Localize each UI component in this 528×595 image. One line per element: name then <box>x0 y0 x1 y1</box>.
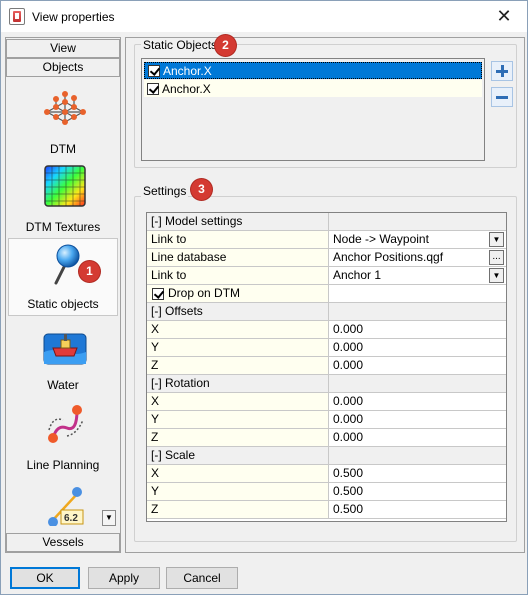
item-checkbox[interactable] <box>147 82 159 95</box>
static-objects-list[interactable]: Anchor.X Anchor.X <box>141 58 485 161</box>
link-to-value: Node -> Waypoint <box>333 232 429 246</box>
category-panel: View Objects DTM DTM Textures Static obj… <box>5 37 121 553</box>
callout-badge-3: 3 <box>191 179 212 200</box>
item-checkbox[interactable] <box>148 64 160 77</box>
property-value[interactable]: 0.000 <box>329 321 506 338</box>
measure-value-badge: 6.2 <box>64 513 78 524</box>
remove-object-button[interactable] <box>491 87 513 107</box>
dropdown-arrow-icon[interactable]: ▼ <box>489 268 504 283</box>
table-row[interactable]: Y 0.500 <box>147 483 506 501</box>
table-row[interactable]: X 0.000 <box>147 321 506 339</box>
title-bar: View properties ✕ <box>1 1 527 32</box>
property-value[interactable]: 0.000 <box>329 393 506 410</box>
app-icon <box>9 8 25 25</box>
table-row[interactable]: Link to Node -> Waypoint ▼ <box>147 231 506 249</box>
category-item-dtm[interactable]: DTM <box>8 82 118 160</box>
category-item-water[interactable]: Water <box>8 318 118 396</box>
settings-grid: [-] Model settings Link to Node -> Waypo… <box>146 212 507 522</box>
link-to-anchor-value: Anchor 1 <box>333 268 382 282</box>
property-label: Z <box>147 429 329 446</box>
section-header[interactable]: [-] Model settings <box>147 213 329 230</box>
property-value[interactable]: Anchor 1 ▼ <box>329 267 506 284</box>
minus-icon <box>496 95 508 99</box>
list-item-label: Anchor.X <box>162 81 211 96</box>
property-label: Link to <box>147 267 329 284</box>
table-row[interactable]: Link to Anchor 1 ▼ <box>147 267 506 285</box>
category-item-dtm-textures[interactable]: DTM Textures <box>8 160 118 238</box>
add-object-button[interactable] <box>491 61 513 81</box>
category-item-static-objects[interactable]: Static objects <box>8 238 118 316</box>
property-value[interactable]: Node -> Waypoint ▼ <box>329 231 506 248</box>
scroll-down-button[interactable]: ▼ <box>102 510 116 526</box>
property-value[interactable]: 0.500 <box>329 501 506 518</box>
table-row[interactable]: Z 0.500 <box>147 501 506 519</box>
view-properties-window: View properties ✕ View Objects DTM DTM T… <box>0 0 528 595</box>
drop-on-dtm-cell[interactable]: Drop on DTM <box>147 285 329 302</box>
property-label: X <box>147 393 329 410</box>
tab-objects[interactable]: Objects <box>6 58 120 77</box>
category-label: Water <box>47 378 79 392</box>
property-label: Y <box>147 483 329 500</box>
category-item-line-planning[interactable]: Line Planning <box>8 398 118 476</box>
callout-badge-1: 1 <box>79 261 100 282</box>
browse-button[interactable]: ... <box>489 250 504 265</box>
window-title: View properties <box>32 10 115 24</box>
category-label: DTM <box>50 142 76 156</box>
property-label: X <box>147 465 329 482</box>
property-label: Link to <box>147 231 329 248</box>
property-value[interactable]: 0.000 <box>329 339 506 356</box>
category-label: Line Planning <box>26 458 100 472</box>
apply-button[interactable]: Apply <box>88 567 160 589</box>
drop-on-dtm-checkbox[interactable] <box>152 287 164 300</box>
tab-view[interactable]: View <box>6 39 120 58</box>
table-row[interactable]: Y 0.000 <box>147 339 506 357</box>
line-database-value: Anchor Positions.qgf <box>333 250 444 264</box>
property-label: X <box>147 321 329 338</box>
section-header[interactable]: [-] Rotation <box>147 375 329 392</box>
list-item[interactable]: Anchor.X <box>144 62 482 79</box>
table-row[interactable]: [-] Rotation <box>147 375 506 393</box>
measure-icon: 6.2 <box>48 487 84 526</box>
line-planning-icon <box>48 405 84 443</box>
static-objects-title: Static Objects <box>141 38 220 52</box>
table-row[interactable]: Y 0.000 <box>147 411 506 429</box>
table-row[interactable]: Z 0.000 <box>147 357 506 375</box>
ok-button[interactable]: OK <box>10 567 80 589</box>
table-row[interactable]: Z 0.000 <box>147 429 506 447</box>
section-header[interactable]: [-] Scale <box>147 447 329 464</box>
property-label: Line database <box>147 249 329 266</box>
dtm-mesh-icon <box>44 91 86 125</box>
table-row[interactable]: [-] Scale <box>147 447 506 465</box>
table-row[interactable]: Drop on DTM <box>147 285 506 303</box>
dtm-textures-icon <box>44 165 86 207</box>
table-row[interactable]: Line database Anchor Positions.qgf... <box>147 249 506 267</box>
property-value[interactable]: 0.000 <box>329 357 506 374</box>
list-item-label: Anchor.X <box>163 63 212 78</box>
category-label: Static objects <box>27 297 99 311</box>
property-label: Y <box>147 339 329 356</box>
property-value[interactable]: Anchor Positions.qgf... <box>329 249 506 266</box>
property-label: Drop on DTM <box>168 286 241 300</box>
property-value[interactable]: 0.500 <box>329 483 506 500</box>
table-row[interactable]: X 0.500 <box>147 465 506 483</box>
water-boat-icon <box>43 333 87 365</box>
callout-badge-2: 2 <box>215 35 236 56</box>
section-header[interactable]: [-] Offsets <box>147 303 329 320</box>
table-row[interactable]: [-] Model settings <box>147 213 506 231</box>
close-icon[interactable]: ✕ <box>481 1 527 32</box>
property-value[interactable]: 0.000 <box>329 429 506 446</box>
property-label: Z <box>147 501 329 518</box>
table-row[interactable]: X 0.000 <box>147 393 506 411</box>
settings-title: Settings <box>141 184 189 198</box>
property-value[interactable]: 0.000 <box>329 411 506 428</box>
cancel-button[interactable]: Cancel <box>166 567 238 589</box>
tab-vessels[interactable]: Vessels <box>6 533 120 552</box>
list-item[interactable]: Anchor.X <box>144 80 482 97</box>
category-label: DTM Textures <box>25 220 101 234</box>
property-label: Y <box>147 411 329 428</box>
property-value[interactable]: 0.500 <box>329 465 506 482</box>
dropdown-arrow-icon[interactable]: ▼ <box>489 232 504 247</box>
table-row[interactable]: [-] Offsets <box>147 303 506 321</box>
property-label: Z <box>147 357 329 374</box>
